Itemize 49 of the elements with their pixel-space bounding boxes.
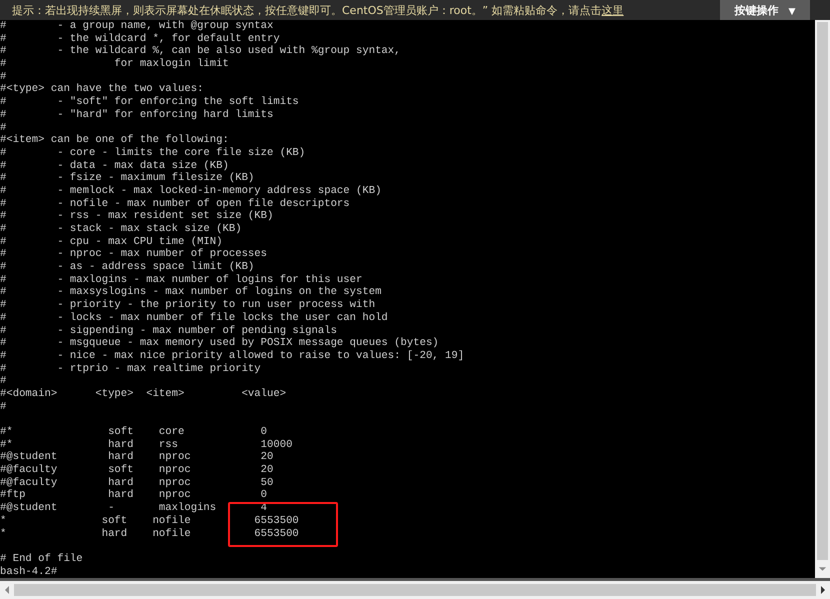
terminal-line: # - stack - max stack size (KB) — [0, 223, 242, 235]
terminal-line: #@student hard nproc 20 — [0, 451, 274, 464]
terminal-line: * hard nofile 6553500 — [0, 528, 299, 540]
terminal-line: bash-4.2# — [0, 566, 58, 578]
terminal-line: # - nproc - max number of processes — [0, 248, 268, 260]
terminal-line: #<item> can be one of the following: — [0, 134, 229, 146]
terminal-line: * soft nofile 6553500 — [0, 514, 299, 527]
terminal-line: # End of file — [0, 552, 83, 565]
terminal-line: # - "soft" for enforcing the soft limits — [0, 96, 299, 108]
terminal-line: #* soft core 0 — [0, 426, 268, 438]
terminal-line: # - the wildcard %, can be also used with %group syntax, — [0, 45, 401, 58]
terminal-line: # - rss - max resident set size (KB) — [0, 210, 274, 222]
terminal-line: #@faculty soft nproc 20 — [0, 464, 274, 476]
terminal-line: # - as - address space limit (KB) — [0, 261, 254, 274]
terminal-line: #* hard rss 10000 — [0, 438, 292, 451]
terminal-line: # - data - max data size (KB) — [0, 160, 229, 172]
terminal-line: #<type> can have the two values: — [0, 83, 204, 96]
terminal-line: # - maxlogins - max number of logins for this user — [0, 274, 362, 286]
terminal-line: # - priority - the priority to run user process with — [0, 299, 376, 312]
terminal-line: # for maxlogin limit — [0, 58, 229, 70]
terminal-line: # - sigpending - max number of pending signals — [0, 324, 337, 336]
terminal-line: #<domain> <type> <item> <value> — [0, 388, 286, 400]
terminal-line: # - memlock - max locked-in-memory address space (KB) — [0, 184, 382, 197]
terminal-line: # - msgqueue - max memory used by POSIX message queues (bytes) — [0, 337, 439, 350]
terminal-line: # - nice - max nice priority allowed to raise to values: [-20, 19] — [0, 350, 464, 362]
paste-link[interactable]: 这里 — [602, 4, 624, 16]
scroll-right-icon[interactable] — [820, 585, 826, 595]
notice-text: 提示：若出现持续黑屏，则表示屏幕处在休眠状态，按任意键即可。CentOS管理员账户：root。” 如需粘贴命令，请点击这里 — [12, 2, 624, 18]
terminal-line: # - a group name, with @group syntax — [0, 20, 274, 32]
terminal-line: # - fsize - maximum filesize (KB) — [0, 172, 254, 184]
terminal-line: # - cpu - max CPU time (MIN) — [0, 236, 223, 248]
terminal-line: # — [0, 375, 6, 388]
terminal-line: # — [0, 122, 6, 134]
terminal-line: # - core - limits the core file size (KB) — [0, 146, 306, 159]
terminal-line: # - rtprio - max realtime priority — [0, 362, 261, 375]
terminal-line: # — [0, 70, 6, 83]
horizontal-scrollbar[interactable] — [0, 578, 830, 599]
terminal-line: # - nofile - max number of open file descriptors — [0, 198, 350, 210]
scroll-left-icon[interactable] — [4, 585, 10, 595]
terminal-line: # - maxsyslogins - max number of logins on the system — [0, 286, 382, 298]
terminal-line: # — [0, 400, 6, 413]
terminal-line: #ftp hard nproc 0 — [0, 489, 268, 502]
terminal-line: # - locks - max number of file locks the user can hold — [0, 312, 388, 324]
key-menu-button[interactable]: 按键操作 ▼ — [720, 0, 810, 20]
terminal-line: #@faculty hard nproc 50 — [0, 476, 274, 489]
vertical-scrollbar[interactable] — [815, 20, 830, 578]
terminal-line: # - the wildcard *, for default entry — [0, 32, 280, 45]
terminal-line: # - "hard" for enforcing hard limits — [0, 108, 274, 121]
scroll-down-icon[interactable] — [818, 566, 827, 572]
